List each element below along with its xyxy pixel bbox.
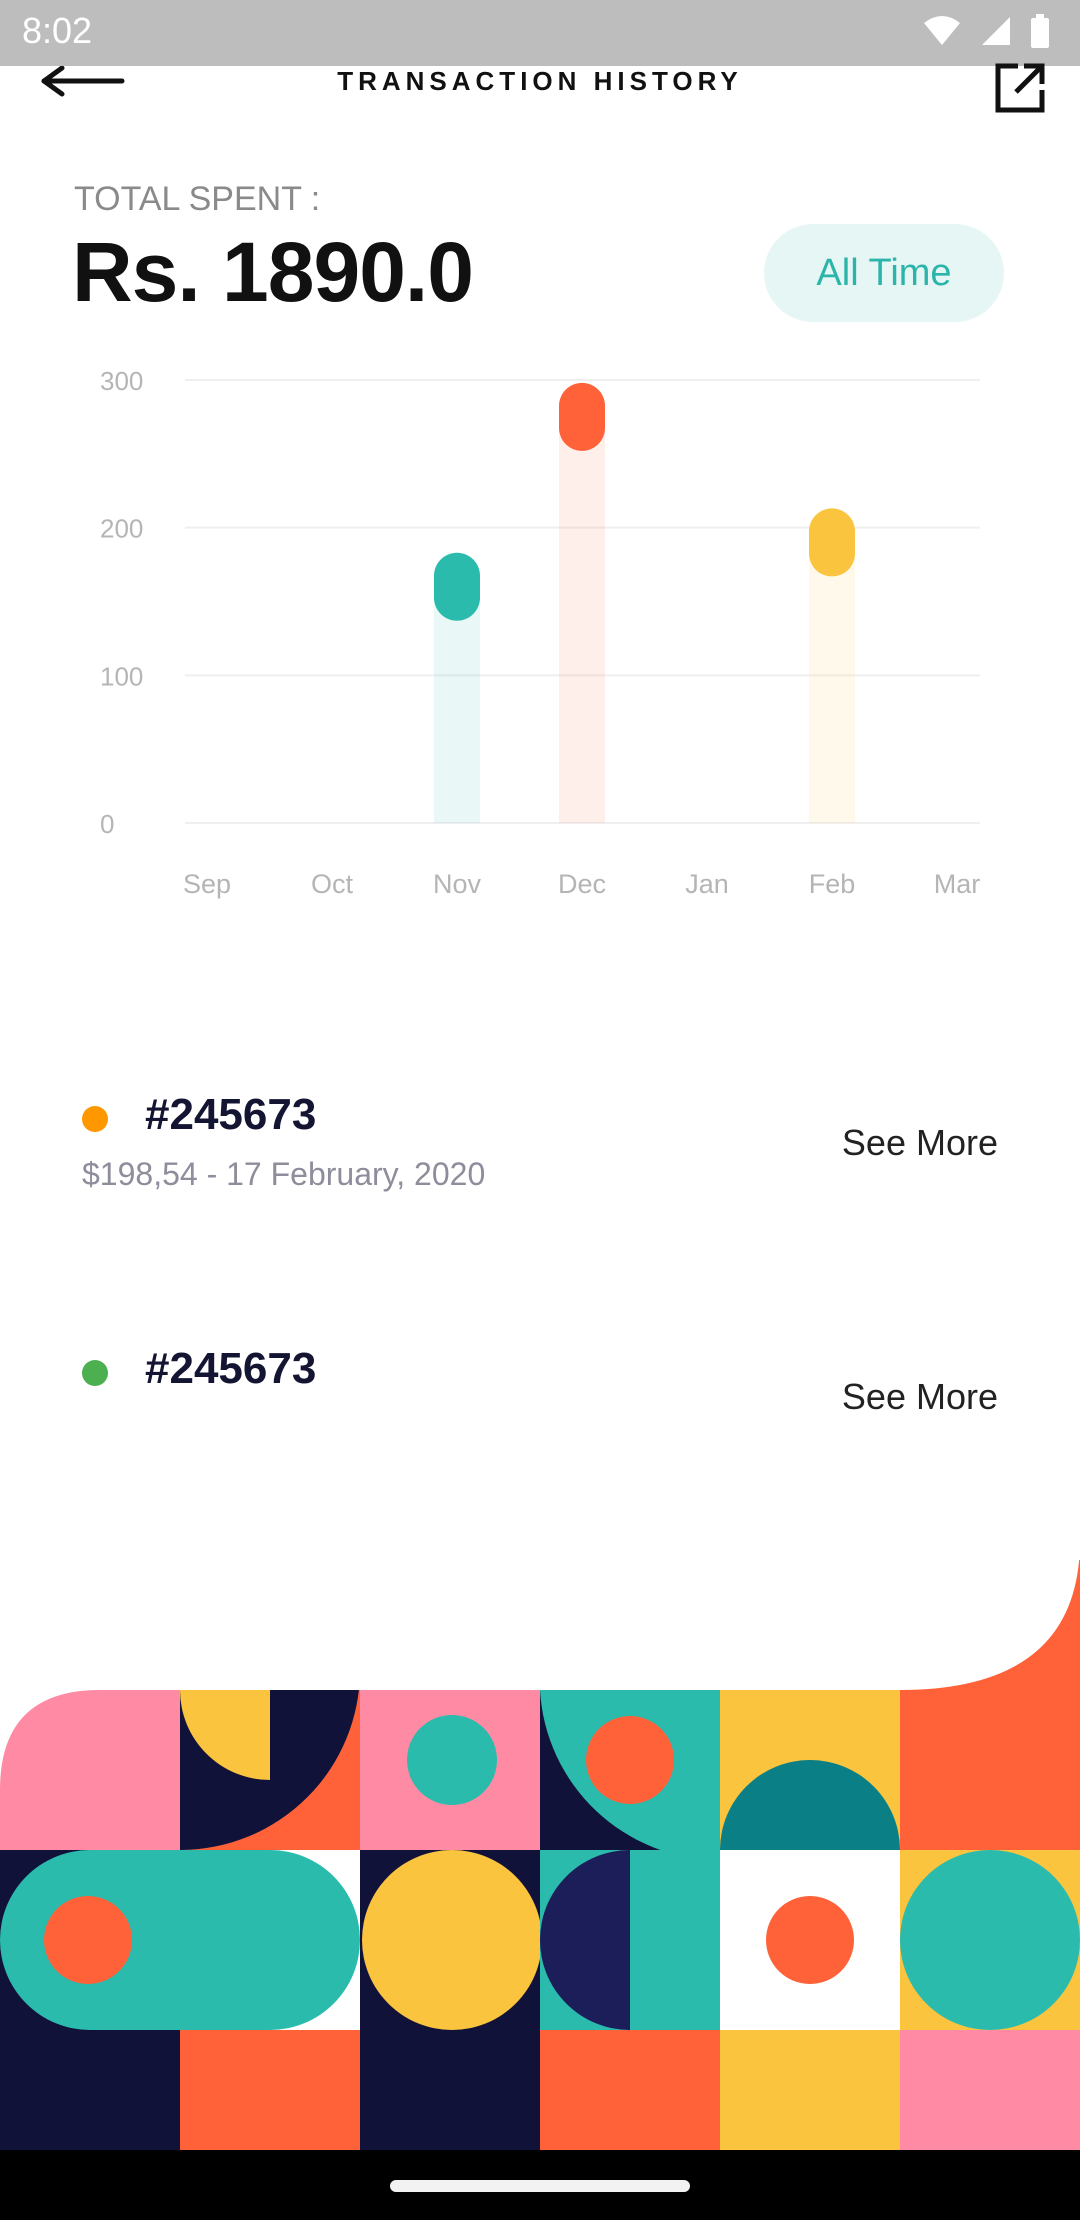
total-spent-label: TOTAL SPENT : [74,180,321,218]
transaction-item[interactable]: #245673 $198,54 - 17 February, 2020 See … [0,1090,1080,1192]
bar-cap [809,508,855,577]
system-nav-bar [0,2150,1080,2220]
status-dot [82,1360,108,1386]
total-spent-amount: Rs. 1890.0 [72,225,474,319]
app-bar: TRANSACTION HISTORY [0,63,1080,156]
open-external-icon[interactable] [990,58,1050,118]
status-icons [922,14,1050,48]
home-indicator[interactable] [390,2180,690,2192]
y-tick-label: 200 [100,514,143,544]
status-dot [82,1106,108,1132]
status-time: 8:02 [22,10,93,51]
transaction-item[interactable]: #245673 See More [0,1344,1080,1444]
transaction-detail: $198,54 - 17 February, 2020 [82,1156,486,1192]
y-tick-label: 0 [100,809,114,839]
bar-cap [559,382,605,451]
y-tick-label: 100 [100,661,143,691]
x-tick-label: Dec [558,869,606,899]
x-tick-label: Mar [934,869,981,899]
x-tick-label: Nov [433,869,482,899]
x-tick-label: Sep [183,869,231,899]
transaction-id: #245673 [145,1090,317,1139]
transaction-id: #245673 [145,1344,317,1393]
spending-chart: 0 100 200 300 Sep Oct Nov Dec Jan Feb Mar [100,366,981,899]
page-title: TRANSACTION HISTORY [337,66,743,96]
signal-icon [982,17,1010,45]
wifi-icon [924,16,960,45]
x-tick-label: Feb [809,869,856,899]
see-more-link[interactable]: See More [842,1122,998,1164]
x-tick-label: Oct [311,869,354,899]
bar-cap [434,552,480,621]
battery-icon [1031,14,1049,48]
bar-track [559,406,605,823]
status-bar: 8:02 [0,0,1080,66]
decorative-pattern [0,1560,1080,2150]
y-tick-label: 300 [100,366,143,396]
x-tick-label: Jan [685,869,729,899]
see-more-link[interactable]: See More [842,1376,998,1418]
time-range-button[interactable]: All Time [764,224,1004,322]
